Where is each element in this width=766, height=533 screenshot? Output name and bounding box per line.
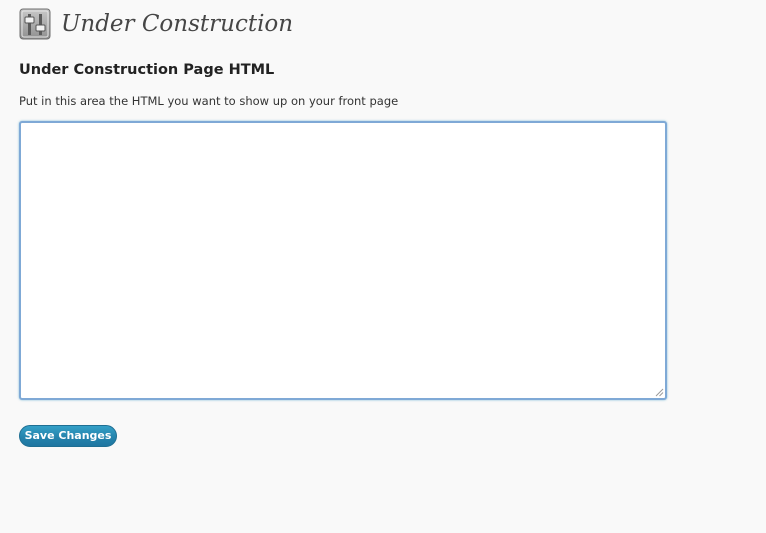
save-changes-button[interactable]: Save Changes bbox=[19, 425, 117, 447]
resize-grip-icon[interactable] bbox=[655, 388, 664, 397]
page-header: Under Construction bbox=[19, 8, 293, 40]
html-textarea[interactable] bbox=[19, 121, 667, 400]
page-title: Under Construction bbox=[61, 11, 294, 37]
settings-sliders-icon bbox=[19, 8, 51, 40]
section-heading: Under Construction Page HTML bbox=[19, 62, 275, 78]
field-description: Put in this area the HTML you want to sh… bbox=[19, 94, 399, 108]
